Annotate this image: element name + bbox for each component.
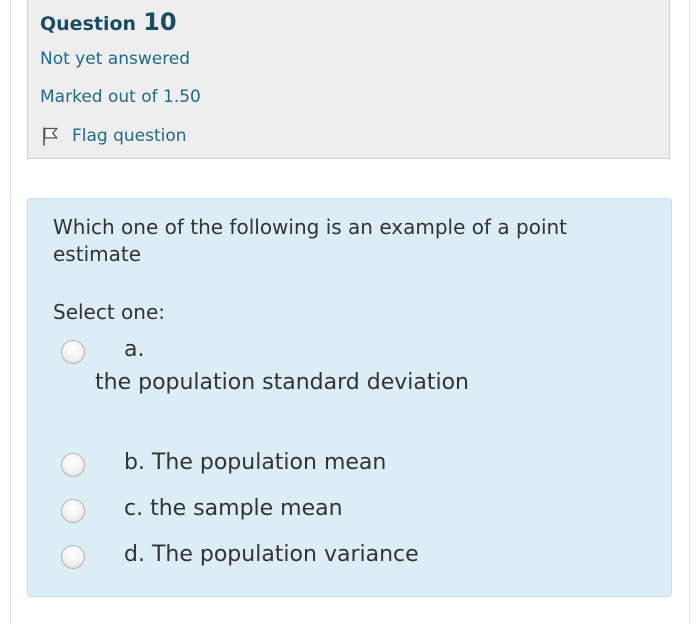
flag-question-label: Flag question: [72, 126, 187, 146]
flag-icon: [40, 125, 62, 147]
select-one-label: Select one:: [53, 300, 166, 324]
question-title: Question 10: [40, 8, 177, 36]
option-c-label: the sample mean: [150, 496, 343, 521]
question-number: 10: [143, 8, 177, 36]
option-c-letter: c.: [124, 496, 144, 521]
option-a-letter[interactable]: a.: [124, 337, 144, 362]
question-marks: Marked out of 1.50: [40, 87, 201, 107]
option-b-radio[interactable]: [61, 453, 85, 477]
page-left-border: [10, 0, 11, 624]
option-b-text[interactable]: b. The population mean: [124, 450, 386, 475]
option-d-label: The population variance: [151, 542, 419, 567]
option-c-radio[interactable]: [61, 499, 85, 523]
option-b-letter: b.: [124, 450, 145, 475]
question-info-panel: Question 10 Not yet answered Marked out …: [27, 0, 670, 159]
question-text: Which one of the following is an example…: [53, 215, 568, 266]
question-content-panel: Which one of the following is an example…: [27, 198, 672, 597]
option-a-radio[interactable]: [61, 340, 85, 364]
flag-question-link[interactable]: Flag question: [40, 124, 187, 148]
question-state: Not yet answered: [40, 49, 191, 69]
option-d-text[interactable]: d. The population variance: [124, 542, 419, 567]
quiz-page: Question 10 Not yet answered Marked out …: [0, 0, 700, 624]
option-a-text[interactable]: the population standard deviation: [95, 370, 469, 395]
question-label: Question: [40, 13, 137, 35]
page-right-border: [689, 0, 690, 624]
option-d-radio[interactable]: [61, 545, 85, 569]
option-d-letter: d.: [124, 542, 145, 567]
option-c-text[interactable]: c. the sample mean: [124, 496, 343, 521]
option-b-label: The population mean: [151, 450, 387, 475]
